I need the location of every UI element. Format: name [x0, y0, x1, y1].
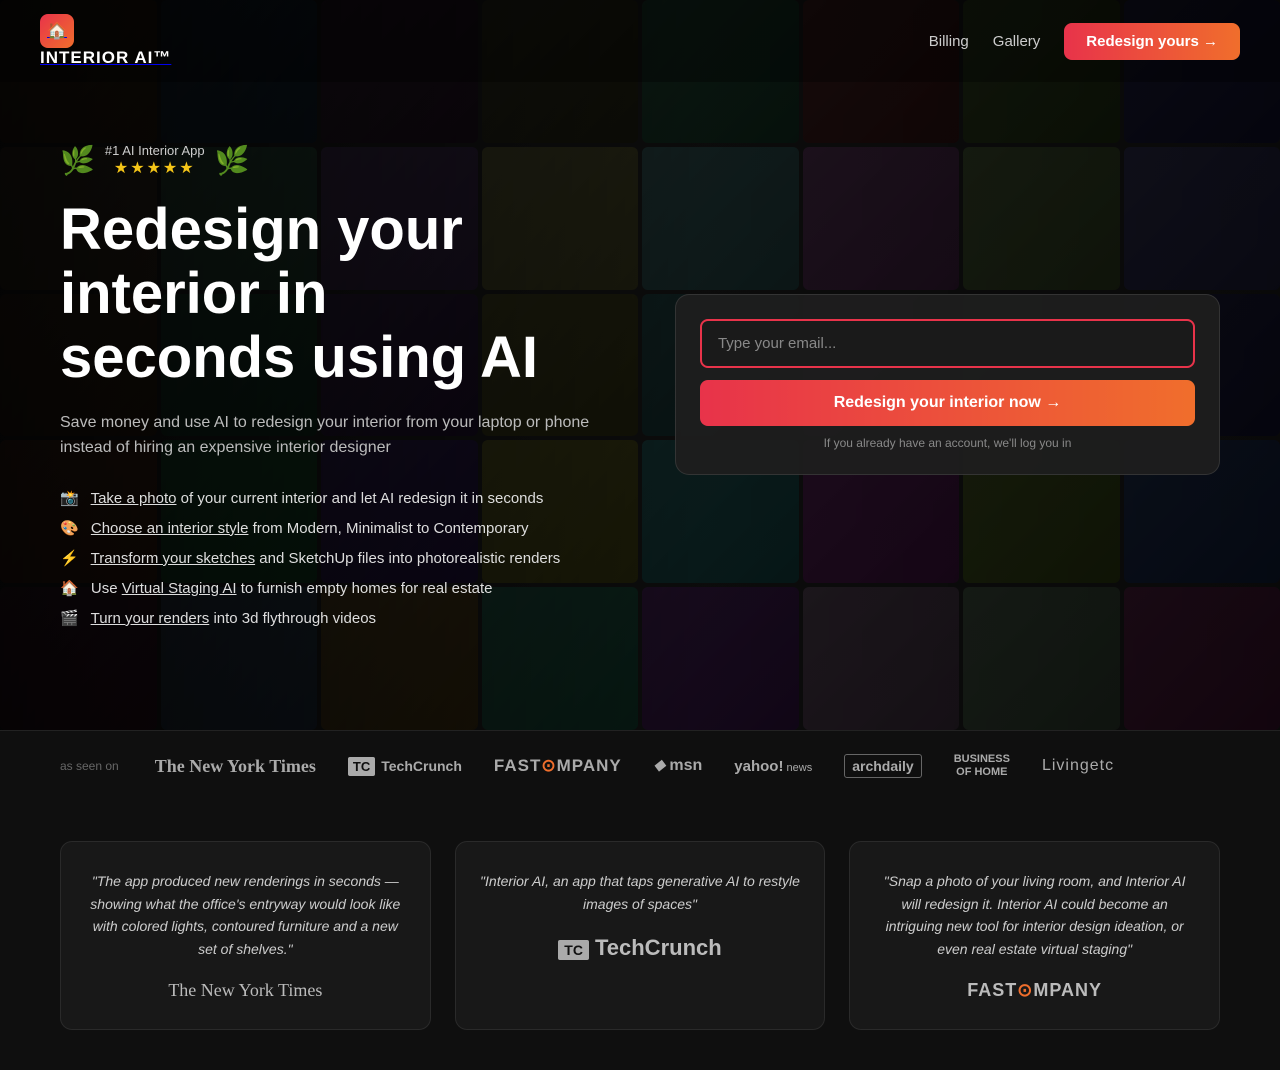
hero-heading: Redesign your interior in seconds using … — [60, 198, 615, 389]
laurel-left-icon: 🌿 — [60, 144, 95, 177]
testimonials-section: "The app produced new renderings in seco… — [0, 801, 1280, 1070]
press-label: as seen on — [60, 759, 119, 773]
testimonial-logo-3: FAST⊙MPANY — [874, 980, 1195, 1001]
award-title: #1 AI Interior App — [105, 143, 205, 158]
press-logo-boh: BUSINESSOF HOME — [954, 753, 1010, 779]
testimonial-logo-tc: TCTechCrunch — [558, 935, 721, 960]
nav-link-billing[interactable]: Billing — [929, 33, 969, 50]
nav-link-gallery[interactable]: Gallery — [993, 33, 1041, 50]
hero-subtext: Save money and use AI to redesign your i… — [60, 410, 615, 461]
press-bar: as seen on The New York Times TC TechCru… — [0, 730, 1280, 801]
press-logo-msn: ⬥ msn — [654, 757, 703, 775]
email-input[interactable] — [700, 319, 1195, 368]
testimonial-card-1: "The app produced new renderings in seco… — [60, 841, 431, 1030]
feature-video: 🎬 Turn your renders into 3d flythrough v… — [60, 609, 615, 627]
video-emoji: 🎬 — [60, 610, 79, 627]
feature-style: 🎨 Choose an interior style from Modern, … — [60, 519, 615, 537]
hero-content: 🌿 #1 AI Interior App ★★★★★ 🌿 Redesign yo… — [0, 43, 1280, 687]
award-badge: 🌿 #1 AI Interior App ★★★★★ 🌿 — [60, 143, 249, 178]
feature-sketches-link[interactable]: Transform your sketches — [91, 550, 256, 567]
nav-logo-icon: 🏠 — [40, 14, 74, 48]
award-text: #1 AI Interior App ★★★★★ — [105, 143, 205, 178]
testimonial-card-3: "Snap a photo of your living room, and I… — [849, 841, 1220, 1030]
testimonial-text-1: "The app produced new renderings in seco… — [85, 870, 406, 960]
navbar: 🏠 INTERIOR AI™ Billing Gallery Redesign … — [0, 0, 1280, 82]
camera-emoji: 📸 — [60, 490, 79, 507]
press-logo-livingetc: Livingetc — [1042, 757, 1114, 775]
laurel-right-icon: 🌿 — [215, 144, 250, 177]
palette-emoji: 🎨 — [60, 520, 79, 537]
feature-staging-link[interactable]: Virtual Staging AI — [122, 580, 237, 597]
email-form-card: Redesign your interior now → If you alre… — [675, 294, 1220, 475]
nav-logo[interactable]: 🏠 INTERIOR AI™ — [40, 14, 171, 68]
testimonial-text-2: "Interior AI, an app that taps generativ… — [480, 870, 801, 915]
press-logo-fastcompany: FAST⊙MPANY — [494, 756, 622, 776]
feature-photo: 📸 Take a photo of your current interior … — [60, 489, 615, 507]
press-logo-yahoo: yahoo! news — [734, 758, 812, 775]
hero-features: 📸 Take a photo of your current interior … — [60, 489, 615, 627]
testimonial-text-3: "Snap a photo of your living room, and I… — [874, 870, 1195, 960]
testimonial-logo-fastcompany: FAST⊙MPANY — [967, 980, 1102, 1000]
submit-button[interactable]: Redesign your interior now → — [700, 380, 1195, 426]
feature-video-link[interactable]: Turn your renders — [91, 610, 210, 627]
feature-style-link[interactable]: Choose an interior style — [91, 520, 249, 537]
testimonial-logo-2: TCTechCrunch — [480, 935, 801, 961]
form-note: If you already have an account, we'll lo… — [700, 436, 1195, 450]
press-logo-archdaily: archdaily — [844, 754, 921, 778]
award-stars: ★★★★★ — [105, 158, 205, 178]
hero-section: 🌿 #1 AI Interior App ★★★★★ 🌿 Redesign yo… — [0, 0, 1280, 730]
testimonial-card-2: "Interior AI, an app that taps generativ… — [455, 841, 826, 1030]
testimonial-logo-nyt: The New York Times — [168, 980, 322, 1000]
feature-photo-link[interactable]: Take a photo — [91, 490, 177, 507]
nav-logo-text: INTERIOR AI™ — [40, 48, 171, 67]
house-emoji: 🏠 — [60, 580, 79, 597]
feature-sketches: ⚡ Transform your sketches and SketchUp f… — [60, 549, 615, 567]
press-logo-tc: TC TechCrunch — [348, 757, 462, 776]
feature-staging: 🏠 Use Virtual Staging AI to furnish empt… — [60, 579, 615, 597]
press-logos: The New York Times TC TechCrunch FAST⊙MP… — [155, 753, 1114, 779]
nav-cta-button[interactable]: Redesign yours → — [1064, 23, 1240, 60]
bolt-emoji: ⚡ — [60, 550, 79, 567]
press-logo-nyt: The New York Times — [155, 756, 316, 777]
nav-links: Billing Gallery Redesign yours → — [929, 23, 1240, 60]
testimonial-logo-1: The New York Times — [85, 980, 406, 1001]
hero-left: 🌿 #1 AI Interior App ★★★★★ 🌿 Redesign yo… — [60, 143, 615, 627]
